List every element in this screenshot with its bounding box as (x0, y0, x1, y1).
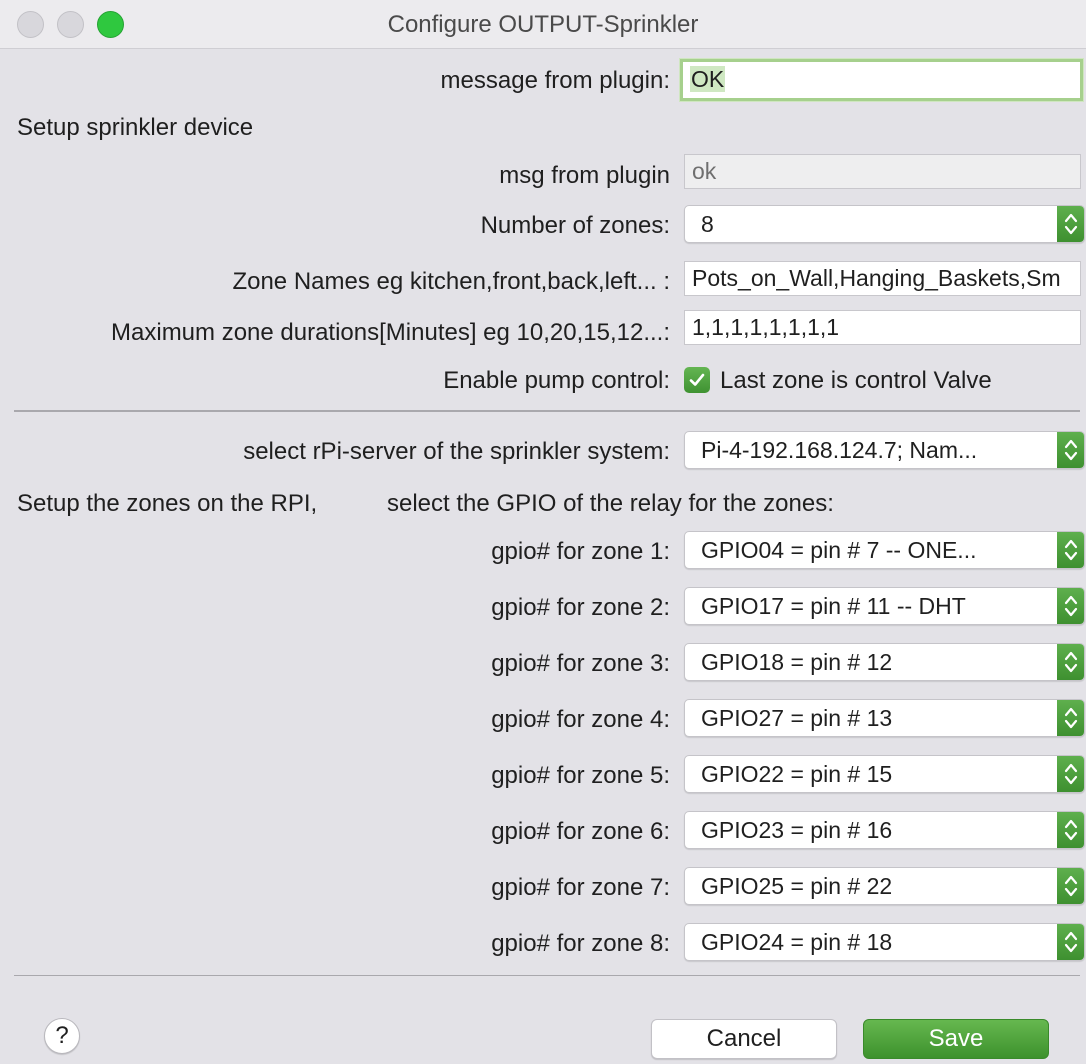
zones-setup-subheading: select the GPIO of the relay for the zon… (387, 490, 834, 517)
gpio-zone-5-select[interactable]: GPIO22 = pin # 15 (684, 755, 1085, 793)
gpio-zone-4-select[interactable]: GPIO27 = pin # 13 (684, 699, 1085, 737)
gpio-zone-8-value: GPIO24 = pin # 18 (701, 929, 893, 955)
num-zones-label: Number of zones: (480, 212, 670, 239)
pump-control-label: Enable pump control: (443, 367, 670, 394)
setup-device-heading: Setup sprinkler device (17, 114, 254, 141)
plugin-message-value: OK (690, 66, 726, 92)
gpio-zone-2-select[interactable]: GPIO17 = pin # 11 -- DHT (684, 587, 1085, 625)
gpio-zone-8-label: gpio# for zone 8: (491, 930, 670, 957)
gpio-zone-1-label: gpio# for zone 1: (491, 538, 670, 565)
rpi-server-select[interactable]: Pi-4-192.168.124.7; Nam... (684, 431, 1085, 469)
pump-control-checkbox[interactable] (684, 367, 710, 393)
help-button[interactable]: ? (44, 1018, 80, 1054)
plugin-message-label: message from plugin: (440, 67, 670, 94)
gpio-zone-2-label: gpio# for zone 2: (491, 594, 670, 621)
gpio-zone-7-label: gpio# for zone 7: (491, 874, 670, 901)
gpio-zone-7-stepper[interactable] (1057, 868, 1084, 904)
gpio-zone-4-value: GPIO27 = pin # 13 (701, 705, 893, 731)
gpio-zone-3-value: GPIO18 = pin # 12 (701, 649, 893, 675)
zone-names-label: Zone Names eg kitchen,front,back,left...… (232, 268, 670, 295)
updown-chevron-icon (1064, 439, 1078, 461)
title-bar: Configure OUTPUT-Sprinkler (0, 0, 1086, 49)
updown-chevron-icon (1064, 819, 1078, 841)
gpio-zone-7-value: GPIO25 = pin # 22 (701, 873, 893, 899)
gpio-zone-8-stepper[interactable] (1057, 924, 1084, 960)
rpi-server-label: select rPi-server of the sprinkler syste… (243, 438, 670, 465)
gpio-zone-3-label: gpio# for zone 3: (491, 650, 670, 677)
msg-from-plugin-label: msg from plugin (499, 162, 670, 189)
pump-control-checkbox-label[interactable]: Last zone is control Valve (720, 367, 992, 395)
gpio-zone-2-value: GPIO17 = pin # 11 -- DHT (701, 593, 966, 619)
updown-chevron-icon (1064, 651, 1078, 673)
cancel-button[interactable]: Cancel (651, 1019, 837, 1059)
updown-chevron-icon (1064, 595, 1078, 617)
plugin-message-field[interactable]: OK (680, 59, 1083, 101)
updown-chevron-icon (1064, 763, 1078, 785)
footer-divider (14, 975, 1080, 976)
updown-chevron-icon (1064, 213, 1078, 235)
window-title: Configure OUTPUT-Sprinkler (387, 11, 699, 38)
gpio-zone-6-select[interactable]: GPIO23 = pin # 16 (684, 811, 1085, 849)
rpi-server-stepper[interactable] (1057, 432, 1084, 468)
gpio-zone-1-value: GPIO04 = pin # 7 -- ONE... (701, 537, 977, 563)
max-durations-label: Maximum zone durations[Minutes] eg 10,20… (111, 319, 670, 346)
gpio-zone-8-select[interactable]: GPIO24 = pin # 18 (684, 923, 1085, 961)
updown-chevron-icon (1064, 875, 1078, 897)
zones-setup-heading: Setup the zones on the RPI, (17, 490, 318, 517)
gpio-zone-4-label: gpio# for zone 4: (491, 706, 670, 733)
msg-from-plugin-field: ok (684, 154, 1081, 189)
gpio-zone-3-stepper[interactable] (1057, 644, 1084, 680)
num-zones-select[interactable]: 8 (684, 205, 1085, 243)
rpi-server-value: Pi-4-192.168.124.7; Nam... (701, 437, 978, 463)
gpio-zone-3-select[interactable]: GPIO18 = pin # 12 (684, 643, 1085, 681)
gpio-zone-6-label: gpio# for zone 6: (491, 818, 670, 845)
checkmark-icon (689, 373, 705, 386)
gpio-zone-5-stepper[interactable] (1057, 756, 1084, 792)
updown-chevron-icon (1064, 931, 1078, 953)
updown-chevron-icon (1064, 707, 1078, 729)
zone-names-input[interactable]: Pots_on_Wall,Hanging_Baskets,Sm (684, 261, 1081, 296)
gpio-zone-4-stepper[interactable] (1057, 700, 1084, 736)
gpio-zone-1-select[interactable]: GPIO04 = pin # 7 -- ONE... (684, 531, 1085, 569)
max-durations-input[interactable]: 1,1,1,1,1,1,1,1 (684, 310, 1081, 345)
save-button[interactable]: Save (863, 1019, 1049, 1059)
num-zones-value: 8 (701, 211, 714, 237)
gpio-zone-6-value: GPIO23 = pin # 16 (701, 817, 893, 843)
gpio-zone-1-stepper[interactable] (1057, 532, 1084, 568)
updown-chevron-icon (1064, 539, 1078, 561)
gpio-zone-5-value: GPIO22 = pin # 15 (701, 761, 893, 787)
gpio-zone-2-stepper[interactable] (1057, 588, 1084, 624)
gpio-zone-6-stepper[interactable] (1057, 812, 1084, 848)
gpio-zone-5-label: gpio# for zone 5: (491, 762, 670, 789)
gpio-zone-7-select[interactable]: GPIO25 = pin # 22 (684, 867, 1085, 905)
section-divider (14, 410, 1080, 412)
num-zones-stepper[interactable] (1057, 206, 1084, 242)
